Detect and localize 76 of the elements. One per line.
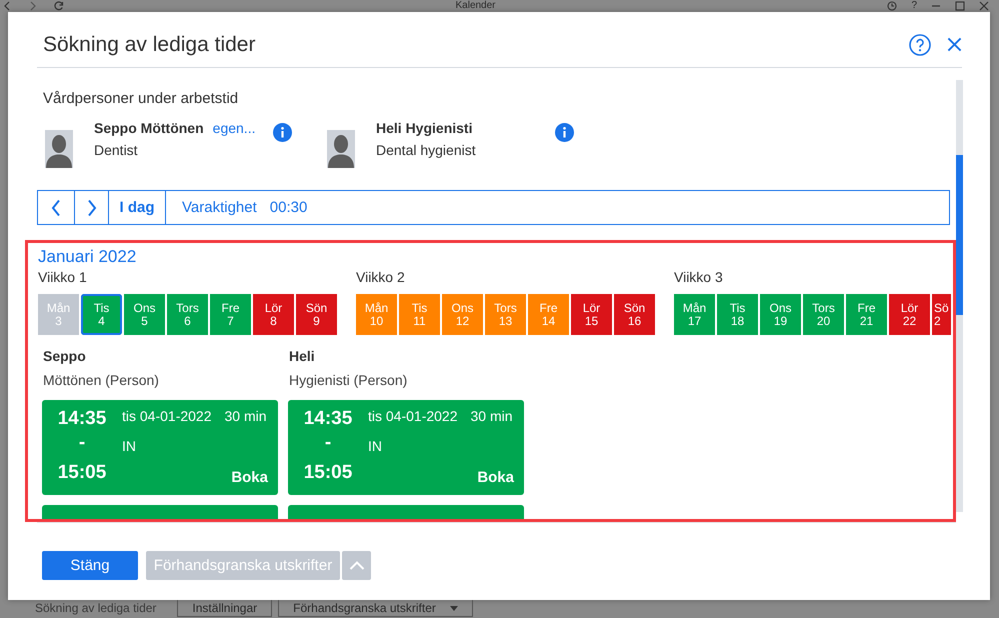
day-tile[interactable]: Lör 22 — [889, 294, 930, 335]
app-title: Kalender — [455, 0, 496, 12]
day-tile[interactable]: Tis 4 — [81, 294, 122, 335]
slot-length: 30 min — [470, 407, 513, 426]
column-name: Seppo — [43, 347, 87, 366]
column-detail: Möttönen (Person) — [43, 371, 160, 390]
day-tile[interactable]: Tors 6 — [167, 294, 208, 335]
slot-date: tis 04-01-2022 — [368, 407, 458, 426]
background-tab[interactable]: Sökning av lediga tider — [20, 600, 172, 617]
day-tile[interactable]: Mån 17 — [674, 294, 715, 335]
day-tile[interactable]: Tors 13 — [485, 294, 526, 335]
caret-down-icon — [450, 606, 458, 610]
day-tile[interactable]: Ons 5 — [124, 294, 165, 335]
person-role: Dentist — [94, 141, 139, 160]
day-tile[interactable]: Tis 11 — [399, 294, 440, 335]
slot-length: 30 min — [224, 407, 267, 426]
day-tile[interactable]: Ons 12 — [442, 294, 483, 335]
day-tile[interactable]: Mån 3 — [38, 294, 79, 335]
chevron-left-icon — [51, 198, 61, 216]
day-tile[interactable]: Lör 15 — [571, 294, 612, 335]
day-tile[interactable]: Sö 2 — [932, 294, 951, 335]
person-silhouette-icon — [327, 130, 355, 168]
week-label: Viikko 2 — [356, 268, 406, 287]
slot-code: IN — [122, 437, 137, 456]
chevron-right-icon[interactable] — [28, 1, 38, 11]
chevron-left-icon[interactable] — [2, 1, 12, 11]
clock-icon[interactable] — [887, 1, 898, 11]
maximize-icon[interactable] — [955, 1, 965, 11]
start-time: 14:35 — [304, 407, 352, 431]
background-tab[interactable]: Inställningar — [177, 600, 272, 617]
help-glyph[interactable]: ? — [911, 0, 917, 12]
week-label: Viikko 3 — [674, 268, 724, 287]
book-button[interactable]: Boka — [477, 468, 514, 488]
chevron-right-icon — [86, 198, 96, 216]
day-tile[interactable]: Tors 20 — [803, 294, 844, 335]
day-tile[interactable]: Sön 9 — [296, 294, 337, 335]
help-icon[interactable] — [909, 34, 931, 56]
day-tile[interactable]: Fre 14 — [528, 294, 569, 335]
time-separator: - — [78, 431, 86, 455]
column-name: Heli — [289, 347, 316, 366]
section-heading: Vårdpersoner under arbetstid — [43, 89, 240, 109]
duration-value[interactable]: 00:30 — [270, 199, 308, 216]
close-button[interactable]: Stäng — [42, 551, 138, 580]
day-tile[interactable]: Sön 16 — [614, 294, 655, 335]
close-icon[interactable] — [947, 37, 962, 52]
month-title: Januari 2022 — [38, 247, 138, 267]
refresh-icon[interactable] — [54, 1, 64, 11]
scrollbar-track[interactable] — [956, 80, 963, 512]
close-icon[interactable] — [979, 1, 989, 11]
dialog-title: Sökning av lediga tider — [43, 32, 256, 58]
info-icon[interactable] — [555, 123, 574, 142]
end-time: 15:05 — [304, 461, 352, 485]
day-tile[interactable]: Fre 7 — [210, 294, 251, 335]
info-icon[interactable] — [273, 123, 292, 142]
slot-date: tis 04-01-2022 — [122, 407, 212, 426]
person-name: Seppo Möttönen — [94, 119, 204, 138]
day-tile[interactable]: Tis 18 — [717, 294, 758, 335]
chevron-up-icon — [348, 561, 364, 570]
column-detail: Hygienisti (Person) — [289, 371, 408, 390]
background-tab[interactable]: Förhandsgranska utskrifter — [278, 600, 473, 617]
time-separator: - — [324, 431, 332, 455]
book-button[interactable]: Boka — [231, 468, 268, 488]
slot-code: IN — [368, 437, 383, 456]
person-role: Dental hygienist — [376, 141, 477, 160]
day-tile[interactable]: Lör 8 — [253, 294, 294, 335]
link[interactable]: egen... — [212, 118, 256, 138]
day-tile[interactable]: Mån 10 — [356, 294, 397, 335]
day-tile[interactable]: Fre 21 — [846, 294, 887, 335]
start-time: 14:35 — [58, 407, 106, 431]
person-silhouette-icon — [45, 130, 73, 168]
scrollbar-thumb[interactable] — [956, 155, 963, 315]
day-tile[interactable]: Ons 19 — [760, 294, 801, 335]
person-name: Heli Hygienisti — [376, 119, 472, 138]
week-label: Viikko 1 — [38, 268, 88, 287]
duration-label: Varaktighet — [182, 199, 257, 216]
end-time: 15:05 — [58, 461, 106, 485]
